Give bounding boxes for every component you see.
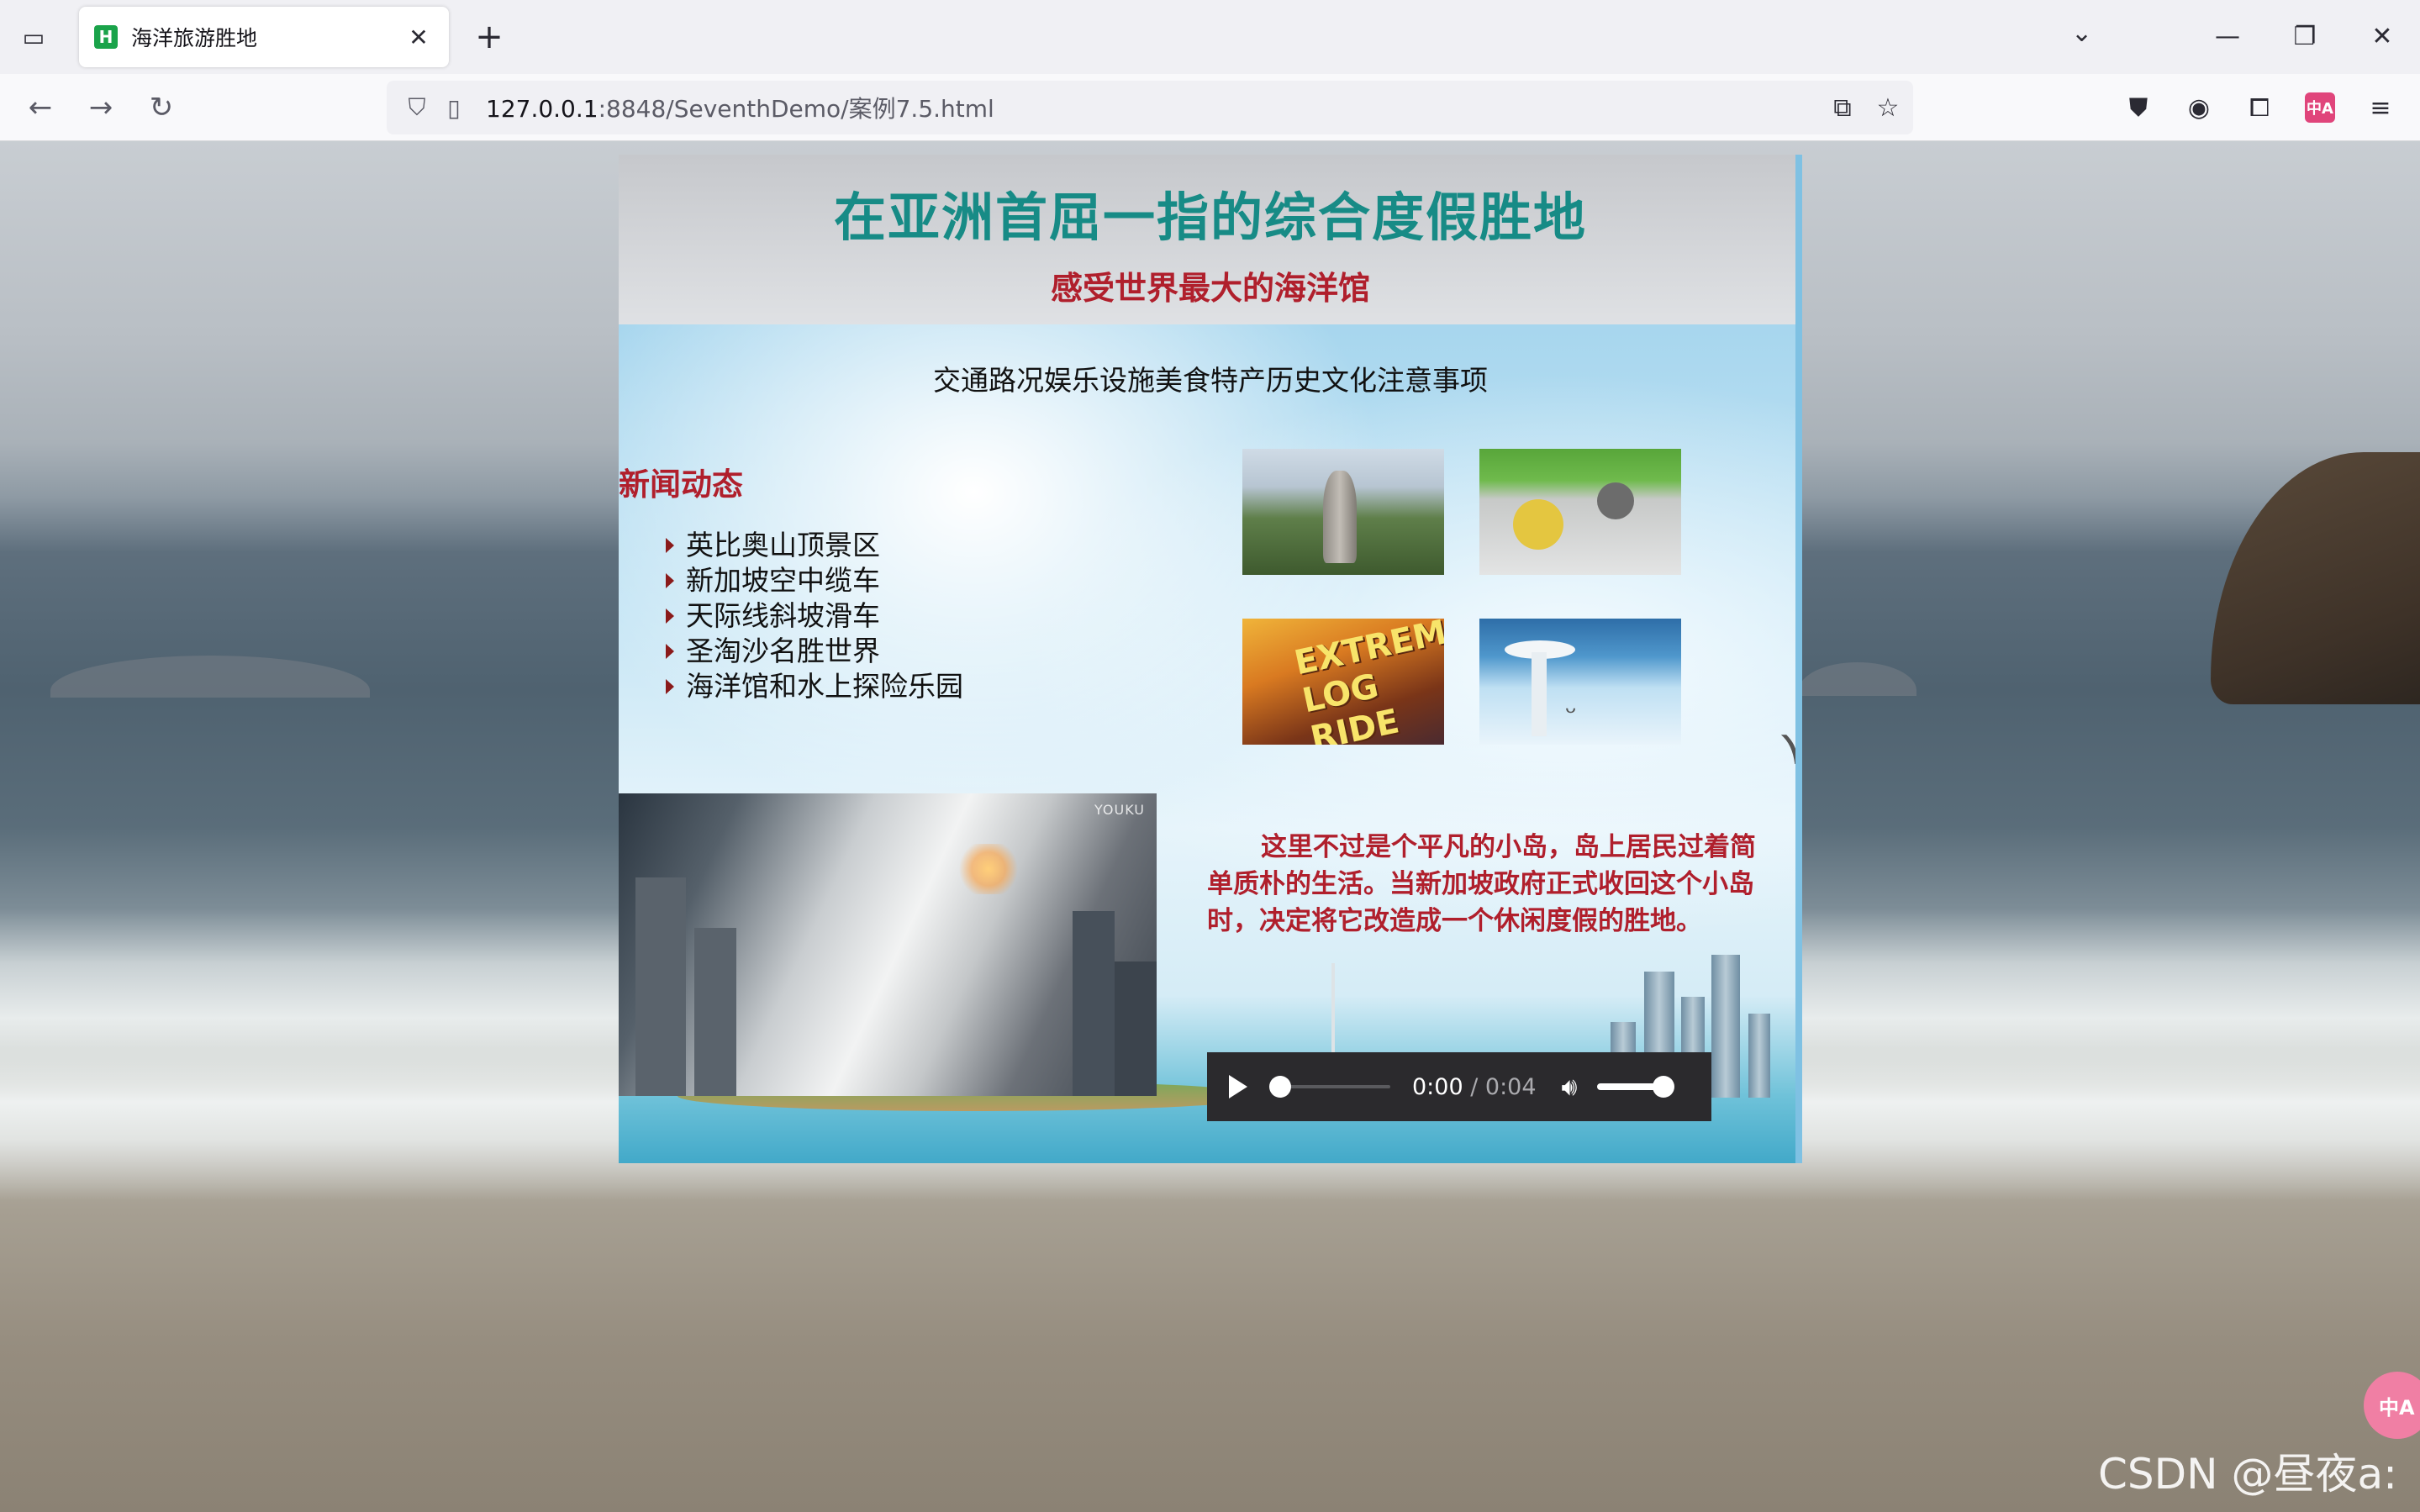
building-shape <box>694 928 736 1096</box>
news-item-label: 新加坡空中缆车 <box>686 564 880 597</box>
page-container: 在亚洲首屈一指的综合度假胜地 感受世界最大的海洋馆 交通路况娱乐设施美食特产历史… <box>619 155 1802 1163</box>
volume-slider[interactable] <box>1597 1076 1675 1098</box>
tab-list-chevron-icon[interactable]: ⌄ <box>2071 18 2092 48</box>
video-watermark: YOUKU <box>1094 802 1145 818</box>
translate-page-icon[interactable]: ⧉ <box>1824 89 1861 126</box>
building-shape <box>1073 911 1115 1096</box>
audio-time: 0:00 / 0:04 <box>1412 1074 1537 1100</box>
reload-icon[interactable]: ↻ <box>141 87 182 128</box>
sailboat-mast <box>1331 963 1335 1064</box>
log-ride-sign: EXTREME LOG RIDE <box>1290 619 1444 745</box>
thumbnail-luge <box>1479 449 1681 575</box>
navigation-toolbar: ← → ↻ ⛉ ▯ 127.0.0.1:8848/SeventhDemo/案例7… <box>0 74 2420 141</box>
news-item[interactable]: 圣淘沙名胜世界 <box>666 634 963 669</box>
seagull-decoration: ᵕ <box>1565 696 1578 730</box>
audio-player[interactable]: 0:00 / 0:04 🔊︎ <box>1207 1052 1711 1121</box>
audio-time-separator: / <box>1463 1073 1485 1100</box>
url-bar[interactable]: ⛉ ▯ 127.0.0.1:8848/SeventhDemo/案例7.5.htm… <box>387 81 1913 134</box>
triangle-bullet-icon <box>666 538 674 553</box>
triangle-bullet-icon <box>666 608 674 624</box>
tower-shape <box>1711 955 1740 1098</box>
minimize-icon[interactable]: — <box>2204 15 2251 57</box>
banner-subtitle: 感受世界最大的海洋馆 <box>1050 270 1370 307</box>
pillar-shape <box>1532 652 1547 736</box>
tower-shape <box>1748 1014 1770 1098</box>
building-shape <box>1115 961 1157 1096</box>
news-item[interactable]: 天际线斜坡滑车 <box>666 598 963 634</box>
pocket-icon[interactable]: ⛊ <box>2118 87 2159 128</box>
nav-links[interactable]: 交通路况娱乐设施美食特产历史文化注意事项 <box>619 358 1802 398</box>
restore-icon[interactable]: ❐ <box>2281 15 2328 57</box>
tab-title: 海洋旅游胜地 <box>131 26 258 50</box>
video-player[interactable]: YOUKU <box>619 793 1157 1096</box>
csdn-watermark: CSDN @昼夜a: <box>2098 1450 2397 1499</box>
background-hills <box>1799 662 1916 696</box>
news-item-label: 圣淘沙名胜世界 <box>686 635 880 667</box>
url-text[interactable]: 127.0.0.1:8848/SeventhDemo/案例7.5.html <box>486 91 994 124</box>
explosion-flare <box>955 844 1022 894</box>
url-host: 127.0.0.1 <box>486 95 598 123</box>
description-text: 这里不过是个平凡的小岛，岛上居民过着简单质朴的生活。当新加坡政府正式收回这个小岛… <box>1207 832 1756 936</box>
volume-icon[interactable]: 🔊︎ <box>1562 1072 1578 1102</box>
news-item-label: 海洋馆和水上探险乐园 <box>686 670 963 703</box>
play-icon[interactable] <box>1229 1075 1247 1098</box>
audio-progress-slider[interactable] <box>1269 1076 1390 1098</box>
translate-extension-icon[interactable]: 中A <box>2305 92 2335 123</box>
background-cliff <box>2211 452 2420 704</box>
back-arrow-icon[interactable]: ← <box>20 87 61 128</box>
news-item[interactable]: 海洋馆和水上探险乐园 <box>666 669 963 704</box>
tab-bar: ▭ H 海洋旅游胜地 ✕ + ⌄ — ❐ ✕ <box>0 0 2420 74</box>
content-area: 交通路况娱乐设施美食特产历史文化注意事项 新闻动态 英比奥山顶景区 新加坡空中缆… <box>619 324 1802 1163</box>
url-path: :8848/SeventhDemo/案例7.5.html <box>598 95 994 123</box>
bookmark-star-icon[interactable]: ☆ <box>1869 89 1906 126</box>
tab-close-icon[interactable]: ✕ <box>403 24 434 51</box>
forward-arrow-icon[interactable]: → <box>81 87 121 128</box>
header-banner: 在亚洲首屈一指的综合度假胜地 感受世界最大的海洋馆 <box>619 155 1802 324</box>
new-tab-icon[interactable]: + <box>471 18 508 56</box>
statue-shape <box>1323 471 1357 563</box>
account-icon[interactable]: ◉ <box>2179 87 2219 128</box>
background-hills <box>50 656 370 698</box>
triangle-bullet-icon <box>666 573 674 588</box>
tab-overview-icon[interactable]: ▭ <box>18 22 49 52</box>
shield-icon[interactable]: ⛉ <box>398 93 435 122</box>
page-right-border <box>1795 155 1802 1163</box>
page-viewport: 在亚洲首屈一指的综合度假胜地 感受世界最大的海洋馆 交通路况娱乐设施美食特产历史… <box>0 141 2420 1512</box>
thumbnail-aquarium <box>1479 619 1681 745</box>
news-item[interactable]: 英比奥山顶景区 <box>666 528 963 563</box>
rider-shape <box>1513 499 1563 550</box>
menu-icon[interactable]: ≡ <box>2360 87 2401 128</box>
triangle-bullet-icon <box>666 679 674 694</box>
audio-duration: 0:04 <box>1484 1073 1537 1100</box>
audio-progress-knob[interactable] <box>1269 1076 1291 1098</box>
building-shape <box>635 877 686 1096</box>
active-tab[interactable]: H 海洋旅游胜地 ✕ <box>79 7 449 67</box>
volume-knob[interactable] <box>1653 1076 1675 1098</box>
audio-current-time: 0:00 <box>1412 1073 1463 1100</box>
thumbnail-log-ride: EXTREME LOG RIDE <box>1242 619 1444 745</box>
extensions-icon[interactable]: ⧠ <box>2239 87 2280 128</box>
thumbnail-merlion <box>1242 449 1444 575</box>
news-item-label: 英比奥山顶景区 <box>686 529 880 561</box>
news-item[interactable]: 新加坡空中缆车 <box>666 563 963 598</box>
site-favicon-icon: H <box>94 25 118 49</box>
news-item-label: 天际线斜坡滑车 <box>686 599 880 632</box>
triangle-bullet-icon <box>666 644 674 659</box>
news-heading: 新闻动态 <box>619 466 743 503</box>
floating-translate-button[interactable]: 中A <box>2364 1372 2420 1439</box>
news-list: 英比奥山顶景区 新加坡空中缆车 天际线斜坡滑车 圣淘沙名胜世界 海洋馆和水上探险… <box>666 528 963 704</box>
rider-shape <box>1597 482 1634 519</box>
banner-title: 在亚洲首屈一指的综合度假胜地 <box>833 187 1587 248</box>
page-icon[interactable]: ▯ <box>435 94 472 122</box>
window-close-icon[interactable]: ✕ <box>2359 15 2406 57</box>
